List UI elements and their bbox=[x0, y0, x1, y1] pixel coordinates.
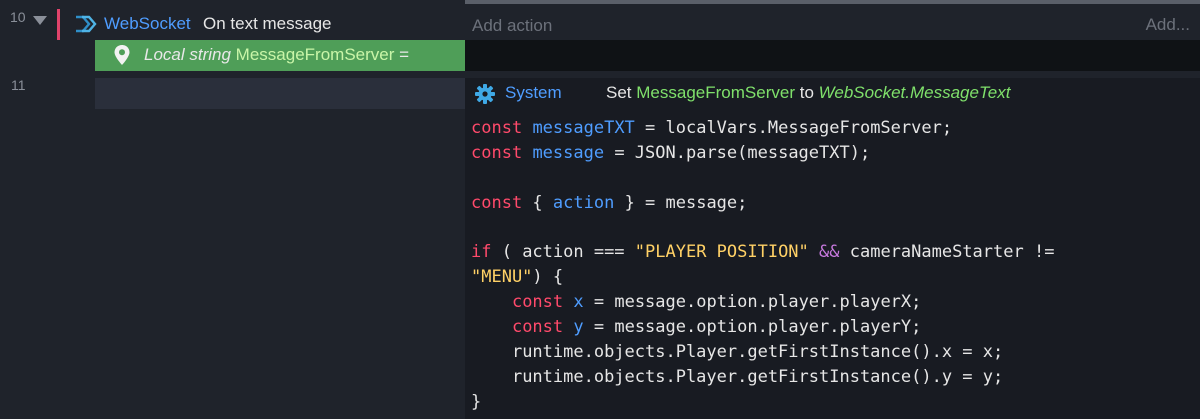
gear-icon bbox=[474, 83, 496, 110]
code-text: = message.option.player.playerX; bbox=[583, 292, 922, 313]
code-text: = JSON.parse(messageTXT); bbox=[604, 142, 871, 163]
code-operator: && bbox=[808, 242, 840, 263]
code-text: = localVars.MessageFromServer; bbox=[634, 118, 953, 138]
code-text: } bbox=[471, 391, 482, 412]
code-text: runtime.objects.Player.getFirstInstance(… bbox=[511, 342, 1004, 363]
line-number-10: 10 bbox=[10, 9, 26, 25]
code-variable: action bbox=[552, 192, 615, 213]
code-text: } = message; bbox=[614, 192, 748, 213]
websocket-icon bbox=[74, 14, 98, 39]
code-string: "MENU" bbox=[471, 267, 533, 288]
event-condition-row[interactable]: WebSocket On text message bbox=[57, 9, 470, 40]
to-word: to bbox=[799, 83, 814, 102]
top-scroll-bar bbox=[465, 0, 1200, 4]
map-pin-icon bbox=[113, 44, 131, 71]
code-line: const message = JSON.parse(messageTXT); bbox=[471, 141, 1054, 166]
system-object-label: System bbox=[505, 83, 562, 102]
code-string: "PLAYER POSITION" bbox=[634, 242, 809, 263]
code-line: } bbox=[471, 390, 1054, 415]
set-word: Set bbox=[606, 83, 632, 102]
local-variable-name: MessageFromServer bbox=[235, 45, 395, 64]
code-line: const y = message.option.player.playerY; bbox=[471, 315, 1054, 340]
code-keyword: const bbox=[471, 192, 523, 213]
code-text: = message.option.player.playerY; bbox=[583, 317, 922, 338]
websocket-object-label: WebSocket bbox=[104, 14, 191, 33]
empty-event-row[interactable] bbox=[95, 78, 465, 109]
event-trigger-label: On text message bbox=[203, 14, 332, 33]
code-keyword: const bbox=[471, 142, 523, 163]
code-variable: y bbox=[573, 317, 584, 338]
code-line: if ( action === "PLAYER POSITION" && cam… bbox=[471, 240, 1054, 265]
code-line: runtime.objects.Player.getFirstInstance(… bbox=[471, 365, 1054, 390]
code-line: runtime.objects.Player.getFirstInstance(… bbox=[471, 340, 1054, 365]
system-action-row[interactable]: System Set MessageFromServer to WebSocke… bbox=[465, 78, 1200, 109]
add-action-row[interactable]: Add action Add... bbox=[465, 9, 1200, 41]
local-variable-equals: = bbox=[399, 45, 410, 64]
local-variable-row[interactable]: Local string MessageFromServer = bbox=[95, 40, 1200, 71]
code-line: const messageTXT = localVars.MessageFrom… bbox=[471, 116, 1054, 141]
code-text: { bbox=[522, 192, 553, 213]
set-variable-name: MessageFromServer bbox=[636, 83, 795, 102]
code-line: const { action } = message; bbox=[471, 191, 1054, 216]
code-keyword: if bbox=[471, 242, 492, 263]
collapse-arrow-icon[interactable] bbox=[33, 16, 47, 25]
code-variable: message bbox=[532, 142, 605, 163]
add-action-link[interactable]: Add action bbox=[472, 16, 552, 36]
code-variable: x bbox=[573, 292, 584, 313]
code-text: cameraNameStarter != bbox=[839, 242, 1055, 263]
local-variable-label: Local string MessageFromServer = bbox=[144, 45, 409, 65]
script-code-block[interactable]: const messageTXT = localVars.MessageFrom… bbox=[471, 116, 1054, 415]
code-line: const x = message.option.player.playerX; bbox=[471, 290, 1054, 315]
local-type-label: Local string bbox=[144, 45, 231, 64]
code-line: "MENU") { bbox=[471, 265, 1054, 290]
code-keyword: const bbox=[511, 292, 564, 313]
set-variable-action: Set MessageFromServer to WebSocket.Messa… bbox=[606, 83, 1010, 103]
line-number-11: 11 bbox=[11, 77, 26, 93]
local-variable-block[interactable]: Local string MessageFromServer = bbox=[95, 40, 465, 71]
code-keyword: const bbox=[511, 317, 564, 338]
set-expression: WebSocket.MessageText bbox=[818, 83, 1011, 102]
add-more-link[interactable]: Add... bbox=[1146, 15, 1190, 35]
code-text: runtime.objects.Player.getFirstInstance(… bbox=[511, 366, 1004, 387]
code-keyword: const bbox=[471, 118, 523, 138]
action-panel: System Set MessageFromServer to WebSocke… bbox=[465, 78, 1200, 419]
code-variable: messageTXT bbox=[532, 118, 635, 138]
code-text: ) { bbox=[532, 267, 564, 288]
code-text: ( action === bbox=[491, 242, 635, 263]
